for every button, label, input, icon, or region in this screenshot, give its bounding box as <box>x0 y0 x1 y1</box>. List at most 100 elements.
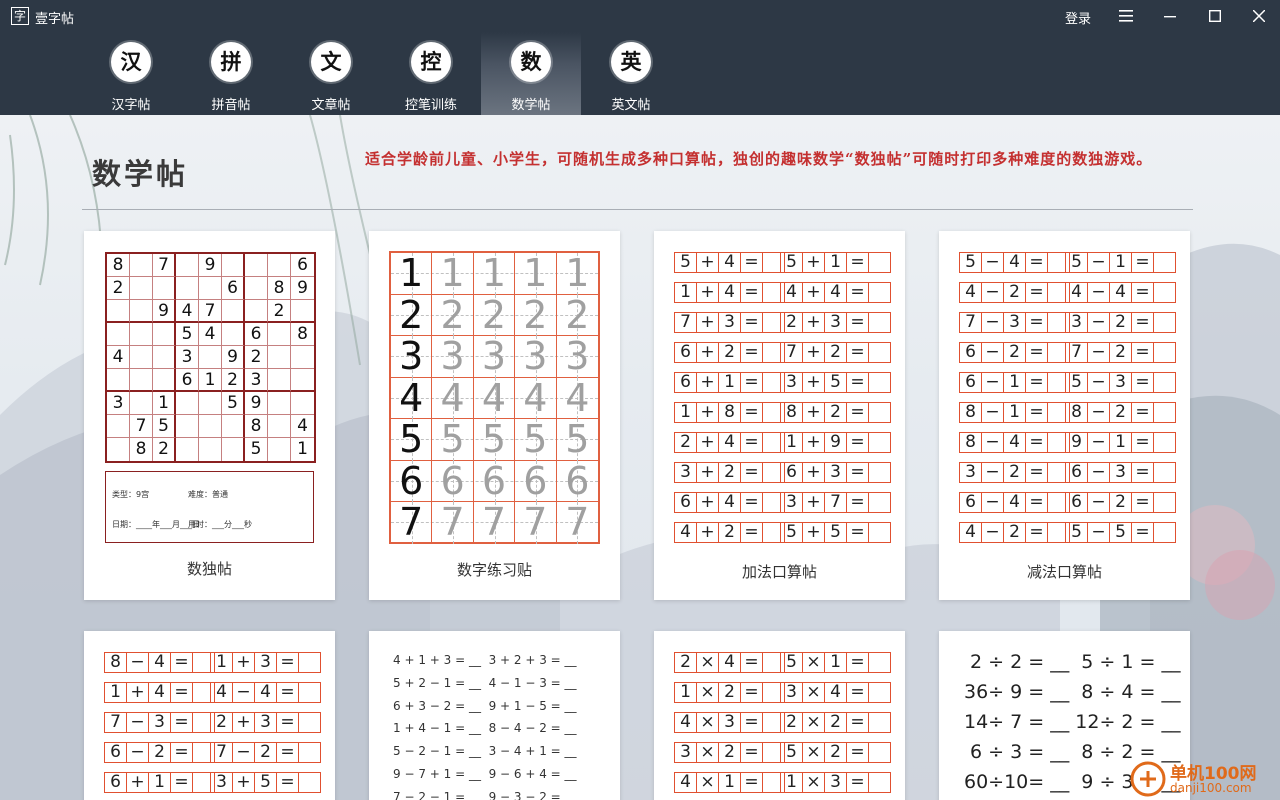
equation-cell: = <box>846 772 869 793</box>
minimize-button[interactable] <box>1155 4 1185 28</box>
template-card-1[interactable]: 8 7 9 6 2 6 8 9 9 4 7 2 5 4 6 8 4 3 9 2 6 1 2 3 3 1 5 9 7 5 8 4 8 2 5 1 类型：9… <box>84 231 335 600</box>
sudoku-cell: 6 <box>291 254 314 277</box>
equation-cell: + <box>696 312 719 333</box>
equation: 5 × 1 = <box>780 652 891 673</box>
template-card-4[interactable]: 5−4 = 5−1 = 4−2 = 4−4 = 7−3 = 3−2 = 6−2 = 7−2 = 6−1 = 5−3 =… <box>939 231 1190 600</box>
tab-2[interactable]: 拼拼音帖 <box>181 32 281 115</box>
menu-button[interactable] <box>1111 4 1141 28</box>
equation-cell: 3 <box>780 492 803 513</box>
equation-cell: 3 <box>1109 462 1132 483</box>
equation-cell: 1 <box>824 252 847 273</box>
template-card-7[interactable]: 2 × 4 = 5 × 1 = 1 × 2 = 3 × 4 = 4 × 3 = 2 × 2 = 3 × 2 = 5 × 2 = 4 × 1 = 1 × 3 = <box>654 631 905 800</box>
equation-cell: 6 <box>780 462 803 483</box>
sudoku-cell: 2 <box>245 346 268 369</box>
tab-3[interactable]: 文文章帖 <box>281 32 381 115</box>
equation-cell: − <box>126 652 149 673</box>
tab-1[interactable]: 汉汉字帖 <box>81 32 181 115</box>
equation-cell: 4 <box>1003 252 1026 273</box>
digit-trace: 5 <box>432 419 474 461</box>
template-card-6[interactable]: 4 + 1 + 3 = __ 3 + 2 + 3 = __ 5 + 2 − 1 =… <box>369 631 620 800</box>
answer-box <box>868 372 891 393</box>
equation: 1 × 3 = <box>780 772 891 793</box>
equation-cell: = <box>740 312 763 333</box>
equation-cell: = <box>1131 282 1154 303</box>
sudoku-cell: 8 <box>268 277 291 300</box>
equation-cell: 1 <box>674 682 697 703</box>
equation-cell: 1 <box>780 772 803 793</box>
tab-ink-icon: 英 <box>611 42 651 82</box>
equation-cell: + <box>802 492 825 513</box>
sudoku-cell <box>107 438 130 461</box>
equation-cell: 3 <box>824 462 847 483</box>
equation-cell: + <box>696 492 719 513</box>
maximize-button[interactable] <box>1200 4 1230 28</box>
problem-line: 14÷ 7 = __ 12÷ 2 = __ <box>964 711 1181 733</box>
tab-label: 文章帖 <box>311 98 351 113</box>
equation-cell: = <box>740 522 763 543</box>
digit-model: 3 <box>391 336 433 378</box>
equation-cell: = <box>170 712 193 733</box>
equation-cell: 2 <box>718 522 741 543</box>
equation-cell: − <box>1087 372 1110 393</box>
equation-cell: − <box>981 462 1004 483</box>
equation-cell: − <box>126 712 149 733</box>
sudoku-cell <box>291 300 314 323</box>
equation-cell: 2 <box>1109 402 1132 423</box>
equation: 3−2 = <box>959 462 1070 483</box>
equation-cell: 1 <box>210 652 233 673</box>
sudoku-cell <box>291 369 314 392</box>
equation-cell: − <box>1087 522 1110 543</box>
sudoku-info-box: 类型：9宫 难度：普通 日期：____年___月___日 用时：___分___秒 <box>105 471 314 543</box>
tab-5[interactable]: 数数学帖 <box>481 32 581 115</box>
login-button[interactable]: 登录 <box>1065 8 1091 27</box>
equation-cell: − <box>1087 312 1110 333</box>
tab-ink-icon: 控 <box>411 42 451 82</box>
answer-box <box>1153 462 1176 483</box>
equation: 5 × 2 = <box>780 742 891 763</box>
equation-cell: 3 <box>959 462 982 483</box>
equation-cell: 3 <box>1003 312 1026 333</box>
equation: 6−2 = <box>959 342 1070 363</box>
digit-trace: 5 <box>474 419 516 461</box>
equation-cell: 2 <box>824 742 847 763</box>
equation: 3 × 4 = <box>780 682 891 703</box>
equation-cell: + <box>696 522 719 543</box>
equation: 2 +3 = <box>780 312 891 333</box>
sudoku-cell <box>176 415 199 438</box>
equation-cell: = <box>1025 522 1048 543</box>
template-card-5[interactable]: 8−4 = 1 +3 = 1 +4 = 4−4 = 7−3 = 2 +3 = 6−2 = 7−2 = 6 +1 = 3 +5 = <box>84 631 335 800</box>
sudoku-cell <box>268 392 291 415</box>
equation-cell: = <box>740 492 763 513</box>
close-button[interactable] <box>1244 4 1274 28</box>
sudoku-cell <box>130 346 153 369</box>
page-title: 数学帖 <box>92 157 189 191</box>
close-icon <box>1253 10 1265 22</box>
app-logo-icon: 字 <box>11 7 29 25</box>
sudoku-cell <box>153 277 176 300</box>
equation: 6 +2 = <box>674 342 785 363</box>
answer-box <box>868 742 891 763</box>
equation-cell: − <box>981 432 1004 453</box>
equation-cell: − <box>981 282 1004 303</box>
equation: 7−2 = <box>1065 342 1176 363</box>
equation-cell: 3 <box>718 712 741 733</box>
equation-cell: + <box>696 372 719 393</box>
template-card-2[interactable]: 1 1 1 1 1 2 2 2 2 2 3 3 3 3 3 4 4 4 4 4 5 5 5 5 5 6 6 6 6 6 7 7 7 7 7 数字练习贴 <box>369 231 620 600</box>
equation-cell: 4 <box>780 282 803 303</box>
equation-cell: + <box>232 772 255 793</box>
sudoku-cell <box>222 300 245 323</box>
digit-row: 66666 <box>391 460 598 502</box>
equation-cell: 1 <box>718 772 741 793</box>
equation-cell: + <box>696 282 719 303</box>
equation-cell: = <box>846 742 869 763</box>
tab-4[interactable]: 控控笔训练 <box>381 32 481 115</box>
equation-cell: − <box>981 492 1004 513</box>
equation: 6 +1 = <box>674 372 785 393</box>
equation: 7 +2 = <box>780 342 891 363</box>
tab-6[interactable]: 英英文帖 <box>581 32 681 115</box>
answer-box <box>868 432 891 453</box>
equation-cell: 4 <box>1065 282 1088 303</box>
sudoku-cell: 6 <box>245 323 268 346</box>
template-card-3[interactable]: 5 +4 = 5 +1 = 1 +4 = 4 +4 = 7 +3 = 2 +3 = 6 +2 = 7 +2 = 6 +1 = 3 +5 =… <box>654 231 905 600</box>
sudoku-cell: 7 <box>153 254 176 277</box>
